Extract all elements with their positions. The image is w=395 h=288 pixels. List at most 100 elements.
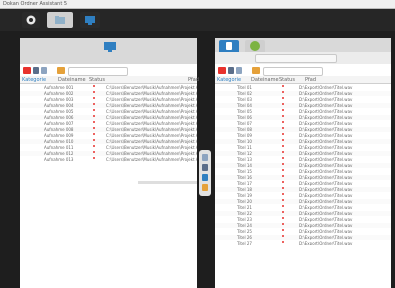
status-dot-icon [282,199,284,201]
search-input[interactable] [68,67,128,76]
table-row[interactable]: Titel 25 D:\Export\Ordner\Titel.wav [215,229,391,234]
status-dot-icon [93,151,95,153]
file-path: D:\Export\Ordner\Titel.wav [299,85,353,90]
status-dot-icon [93,115,95,117]
table-row[interactable]: Titel 21 D:\Export\Ordner\Titel.wav [215,205,391,210]
copy-left-button[interactable] [202,164,208,171]
record-button[interactable] [218,67,226,74]
column-header[interactable]: Pfad [305,77,316,83]
table-row[interactable]: Aufnahme 011 C:\Users\Benutzer\Musik\Aufn… [20,145,197,150]
table-row[interactable]: Titel 08 D:\Export\Ordner\Titel.wav [215,127,391,132]
file-path: D:\Export\Ordner\Titel.wav [299,151,353,156]
left-scrollbar[interactable] [138,181,197,184]
file-path: C:\Users\Benutzer\Musik\Aufnahmen\Projek… [106,91,197,96]
table-row[interactable]: Titel 17 D:\Export\Ordner\Titel.wav [215,181,391,186]
file-name: Titel 04 [237,103,252,108]
table-row[interactable]: Titel 15 D:\Export\Ordner\Titel.wav [215,169,391,174]
folder-transfer-button[interactable] [202,184,208,191]
file-name: Titel 19 [237,193,252,198]
sync-button[interactable] [202,174,208,181]
table-row[interactable]: Titel 18 D:\Export\Ordner\Titel.wav [215,187,391,192]
table-row[interactable]: Aufnahme 005 C:\Users\Benutzer\Musik\Aufn… [20,109,197,114]
table-row[interactable]: Titel 09 D:\Export\Ordner\Titel.wav [215,133,391,138]
folders-button[interactable] [47,12,73,28]
column-header[interactable]: Kategorie [22,77,46,83]
table-row[interactable]: Titel 10 D:\Export\Ordner\Titel.wav [215,139,391,144]
copy-right-button[interactable] [202,154,208,161]
table-row[interactable]: Aufnahme 010 C:\Users\Benutzer\Musik\Aufn… [20,139,197,144]
file-path: D:\Export\Ordner\Titel.wav [299,121,353,126]
table-row[interactable]: Titel 07 D:\Export\Ordner\Titel.wav [215,121,391,126]
status-dot-icon [282,109,284,111]
folder-button[interactable] [57,67,65,74]
file-name: Aufnahme 001 [44,85,74,90]
file-path: C:\Users\Benutzer\Musik\Aufnahmen\Projek… [106,85,197,90]
table-row[interactable]: Aufnahme 012 C:\Users\Benutzer\Musik\Aufn… [20,151,197,156]
search-input[interactable] [263,67,323,76]
table-row[interactable]: Aufnahme 002 C:\Users\Benutzer\Musik\Aufn… [20,91,197,96]
list-button[interactable] [236,67,242,74]
path-input[interactable] [255,54,337,63]
view-button[interactable] [33,67,39,74]
table-row[interactable]: Titel 03 D:\Export\Ordner\Titel.wav [215,97,391,102]
tab-device[interactable] [219,40,239,52]
home-button[interactable] [22,12,40,28]
title-bar: Dokan Ordner Assistant 5 [0,0,395,9]
table-row[interactable]: Titel 24 D:\Export\Ordner\Titel.wav [215,223,391,228]
table-row[interactable]: Titel 26 D:\Export\Ordner\Titel.wav [215,235,391,240]
file-name: Titel 10 [237,139,252,144]
monitor-icon [104,42,116,52]
table-row[interactable]: Aufnahme 008 C:\Users\Benutzer\Musik\Aufn… [20,127,197,132]
folder-button[interactable] [252,67,260,74]
table-row[interactable]: Titel 11 D:\Export\Ordner\Titel.wav [215,145,391,150]
table-row[interactable]: Aufnahme 009 C:\Users\Benutzer\Musik\Aufn… [20,133,197,138]
file-name: Aufnahme 011 [44,145,74,150]
table-row[interactable]: Titel 02 D:\Export\Ordner\Titel.wav [215,91,391,96]
table-row[interactable]: Aufnahme 013 C:\Users\Benutzer\Musik\Aufn… [20,157,197,162]
table-row[interactable]: Aufnahme 003 C:\Users\Benutzer\Musik\Aufn… [20,97,197,102]
list-button[interactable] [41,67,47,74]
right-action-bar [215,64,391,76]
status-dot-icon [282,91,284,93]
file-path: C:\Users\Benutzer\Musik\Aufnahmen\Projek… [106,115,197,120]
table-row[interactable]: Titel 06 D:\Export\Ordner\Titel.wav [215,115,391,120]
folder-icon [55,16,65,24]
table-row[interactable]: Titel 05 D:\Export\Ordner\Titel.wav [215,109,391,114]
gear-icon [26,15,36,25]
file-path: D:\Export\Ordner\Titel.wav [299,223,353,228]
view-button[interactable] [228,67,234,74]
file-path: D:\Export\Ordner\Titel.wav [299,109,353,114]
file-path: D:\Export\Ordner\Titel.wav [299,205,353,210]
status-dot-icon [282,211,284,213]
table-row[interactable]: Titel 13 D:\Export\Ordner\Titel.wav [215,157,391,162]
file-path: D:\Export\Ordner\Titel.wav [299,181,353,186]
record-button[interactable] [23,67,31,74]
table-row[interactable]: Titel 04 D:\Export\Ordner\Titel.wav [215,103,391,108]
left-footer [20,280,197,288]
column-header[interactable]: Dateiname [58,77,86,83]
table-row[interactable]: Titel 22 D:\Export\Ordner\Titel.wav [215,211,391,216]
table-row[interactable]: Titel 19 D:\Export\Ordner\Titel.wav [215,193,391,198]
table-row[interactable]: Titel 01 D:\Export\Ordner\Titel.wav [215,85,391,90]
column-header[interactable]: Dateiname [251,77,279,83]
status-dot-icon [282,97,284,99]
device-icon [226,42,232,50]
column-header[interactable]: Status [279,77,295,83]
table-row[interactable]: Aufnahme 004 C:\Users\Benutzer\Musik\Aufn… [20,103,197,108]
table-row[interactable]: Aufnahme 001 C:\Users\Benutzer\Musik\Aufn… [20,85,197,90]
status-dot-icon [282,133,284,135]
column-header[interactable]: Kategorie [217,77,241,83]
table-row[interactable]: Titel 27 D:\Export\Ordner\Titel.wav [215,241,391,245]
table-row[interactable]: Titel 20 D:\Export\Ordner\Titel.wav [215,199,391,204]
status-dot-icon [282,187,284,189]
table-row[interactable]: Titel 14 D:\Export\Ordner\Titel.wav [215,163,391,168]
table-row[interactable]: Titel 23 D:\Export\Ordner\Titel.wav [215,217,391,222]
column-header[interactable]: Status [89,77,105,83]
table-row[interactable]: Titel 16 D:\Export\Ordner\Titel.wav [215,175,391,180]
table-row[interactable]: Aufnahme 007 C:\Users\Benutzer\Musik\Aufn… [20,121,197,126]
tab-cloud[interactable] [245,40,265,52]
column-header[interactable]: Pfad [188,77,199,83]
table-row[interactable]: Aufnahme 006 C:\Users\Benutzer\Musik\Aufn… [20,115,197,120]
table-row[interactable]: Titel 12 D:\Export\Ordner\Titel.wav [215,151,391,156]
monitor-button[interactable] [80,12,100,28]
